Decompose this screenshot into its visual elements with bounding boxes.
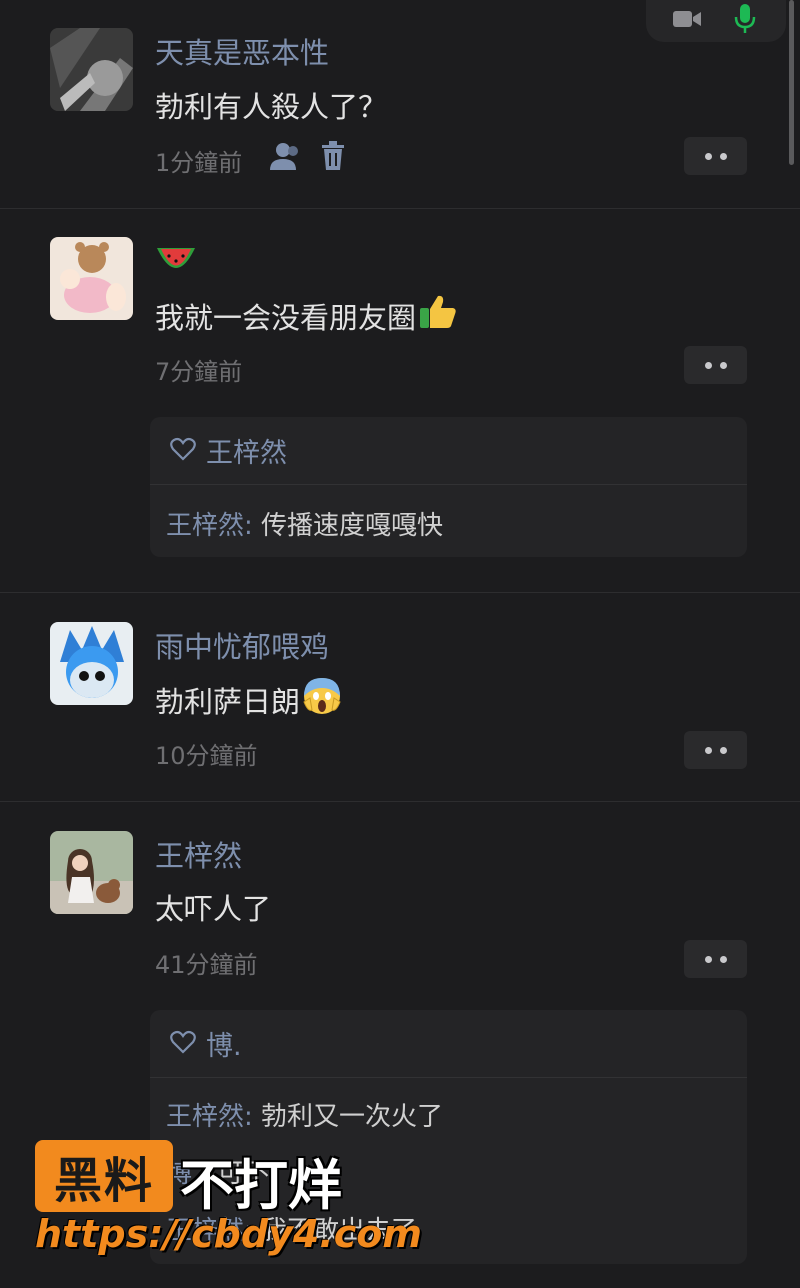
comment-time: 10分鐘前 [155, 742, 258, 770]
reply-text: 勃利又一次火了 [261, 1102, 444, 1132]
call-controls [646, 0, 786, 42]
avatar[interactable] [50, 831, 133, 914]
avatar[interactable] [50, 28, 133, 111]
like-row: 博. [150, 1010, 747, 1078]
avatar[interactable] [50, 622, 133, 705]
watermark-badge: 黑料 [35, 1140, 173, 1212]
more-button[interactable] [684, 731, 747, 769]
watermelon-icon[interactable] [155, 244, 197, 282]
comment-text-body: 勃利萨日朗 [155, 684, 301, 719]
more-button[interactable] [684, 137, 747, 175]
more-button[interactable] [684, 940, 747, 978]
like-row: 王梓然 [150, 417, 747, 485]
comment-text: 太吓人了 [155, 892, 272, 926]
watermark-tagline: 不打烊 [180, 1154, 342, 1217]
comment-text: 勃利有人殺人了？ [155, 90, 388, 124]
comment-text: 勃利萨日朗 [155, 676, 342, 723]
delete-icon[interactable] [320, 141, 346, 175]
contact-icon[interactable] [268, 142, 300, 176]
avatar[interactable] [50, 237, 133, 320]
thumbs-up-icon [418, 294, 458, 337]
reply-author[interactable]: 王梓然: [166, 1102, 261, 1132]
reply-line[interactable]: 王梓然: 传播速度嘎嘎快 [150, 505, 747, 542]
watermark-url: https://cbdy4.com [35, 1212, 422, 1256]
comment-time: 1分鐘前 [155, 149, 243, 177]
divider [0, 208, 800, 209]
microphone-icon[interactable] [728, 4, 762, 34]
commenter-name[interactable]: 天真是恶本性 [155, 30, 329, 72]
comment-time: 41分鐘前 [155, 951, 258, 979]
comment-time: 7分鐘前 [155, 358, 243, 386]
more-button[interactable] [684, 346, 747, 384]
like-name[interactable]: 博. [206, 1024, 242, 1063]
comments-page: 天真是恶本性 勃利有人殺人了？ 1分鐘前 我就一会没看朋友圈 7分鐘前 王梓然 … [0, 0, 800, 1288]
watermark-badge-text: 黑料 [53, 1153, 154, 1209]
reply-text: 传播速度嘎嘎快 [261, 511, 444, 541]
scrollbar[interactable] [789, 0, 794, 165]
comment-text: 我就一会没看朋友圈 [155, 294, 458, 337]
reply-line[interactable]: 王梓然: 勃利又一次火了 [150, 1096, 747, 1133]
divider [0, 592, 800, 593]
heart-icon [170, 1030, 196, 1058]
comment-text-body: 我就一会没看朋友圈 [155, 300, 417, 335]
like-name[interactable]: 王梓然 [206, 431, 287, 470]
reply-author[interactable]: 王梓然: [166, 511, 261, 541]
screaming-face-icon [302, 676, 342, 723]
reply-box: 王梓然 王梓然: 传播速度嘎嘎快 [150, 417, 747, 557]
heart-icon [170, 437, 196, 465]
commenter-name[interactable]: 王梓然 [155, 833, 242, 875]
divider [0, 801, 800, 802]
commenter-name[interactable]: 雨中忧郁喂鸡 [155, 624, 329, 666]
video-icon[interactable] [670, 4, 704, 34]
